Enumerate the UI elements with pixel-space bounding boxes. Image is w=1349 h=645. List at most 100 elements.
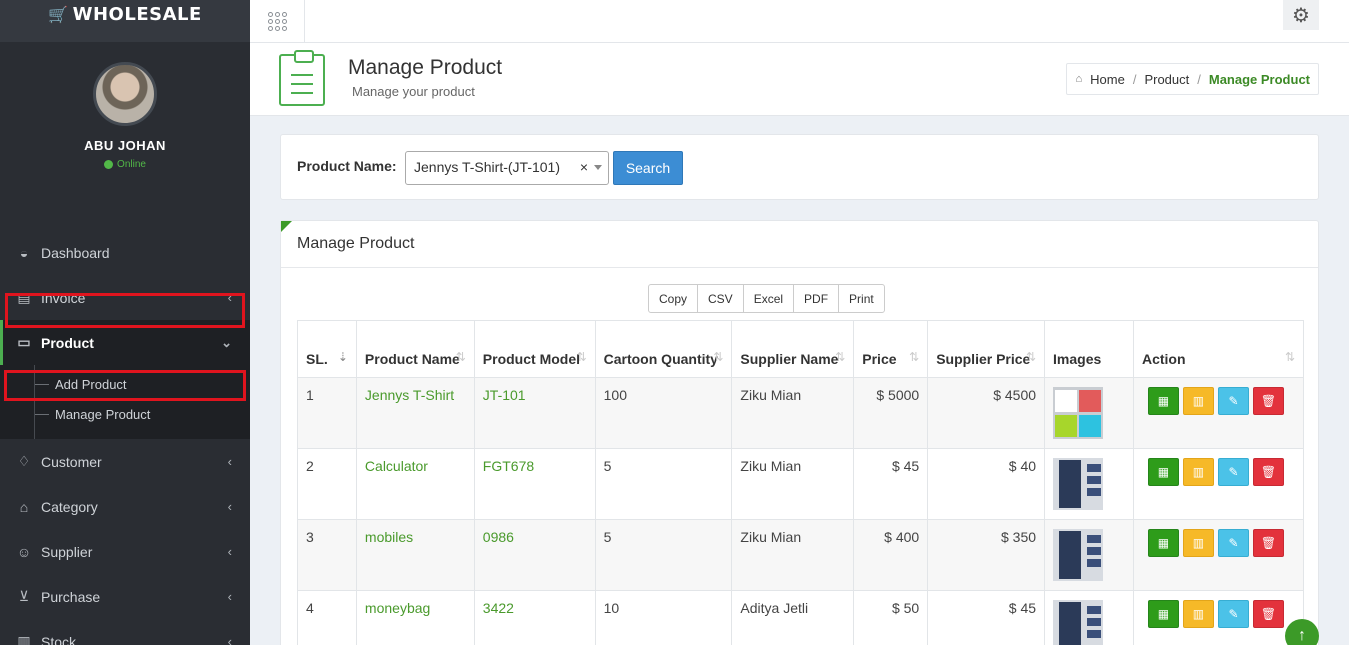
cell-product-model[interactable]: 3422 [473,590,596,645]
barcode-icon: ▥ [1192,465,1205,479]
column-header-sl[interactable]: SL. ⇣ [297,320,357,378]
delete-button[interactable]: 🗑 [1252,387,1284,415]
excel-button[interactable]: Excel [744,285,795,312]
cell-product-name[interactable]: Jennys T-Shirt [355,377,475,449]
product-thumbnail[interactable] [1053,458,1104,510]
table-row: 1 Jennys T-Shirt JT-101 100 Ziku Mian $ … [297,377,1305,449]
breadcrumb-product[interactable]: Product [1144,72,1189,87]
column-header-action[interactable]: Action ⇅ [1132,320,1305,378]
sort-icon: ⇅ [1025,350,1037,364]
submenu-item-manage-product[interactable]: Manage Product [0,399,250,429]
product-thumbnail[interactable] [1053,529,1104,581]
sidebar-item-customer[interactable]: ♢ Customer ‹ [0,439,250,484]
panel-divider [281,267,1318,268]
sidebar-item-supplier[interactable]: ☺ Supplier ‹ [0,529,250,574]
cell-image [1044,377,1134,449]
settings-button[interactable]: ⚙ [1283,0,1319,30]
print-button[interactable]: Print [839,285,884,312]
cell-sl: 4 [297,590,357,645]
edit-button[interactable]: ✎ [1217,458,1249,486]
barcode-button[interactable]: ▥ [1182,600,1214,628]
view-button[interactable]: ▦ [1147,600,1179,628]
column-header-price[interactable]: Price ⇅ [853,320,929,378]
cell-cartoon-quantity: 10 [594,590,733,645]
product-submenu: Add Product Manage Product [0,365,250,439]
barcode-button[interactable]: ▥ [1182,529,1214,557]
dropdown-caret-icon [594,165,602,170]
sidebar-item-category[interactable]: ⌂ Category ‹ [0,484,250,529]
sidebar-item-purchase[interactable]: ⊻ Purchase ‹ [0,574,250,619]
column-header-supplier-name[interactable]: Supplier Name ⇅ [731,320,855,378]
cell-actions: ▦ ▥ ✎ 🗑 [1132,377,1305,449]
submenu-item-add-product[interactable]: Add Product [0,369,250,399]
delete-button[interactable]: 🗑 [1252,600,1284,628]
sidebar-item-stock[interactable]: ▥ Stock ‹ [0,619,250,645]
sidebar-item-dashboard[interactable]: ◒ Dashboard [0,230,250,275]
sort-icon: ⇅ [1284,350,1295,364]
sidebar-item-invoice[interactable]: ▤ Invoice ‹ [0,275,250,320]
trash-icon: 🗑 [1260,607,1277,621]
online-dot-icon [104,160,114,169]
product-name-label: Product Name: [297,158,397,174]
app-grid-button[interactable] [250,0,305,42]
product-thumbnail[interactable] [1053,387,1104,439]
cell-image [1044,448,1134,520]
column-header-cartoon-quantity[interactable]: Cartoon Quantity ⇅ [594,320,733,378]
edit-button[interactable]: ✎ [1217,387,1249,415]
qrcode-icon: ▦ [1157,607,1170,621]
qrcode-icon: ▦ [1157,394,1170,408]
column-header-product-name[interactable]: Product Name ⇅ [355,320,475,378]
column-header-label: SL. [306,351,328,367]
barcode-button[interactable]: ▥ [1182,458,1214,486]
clear-selection-icon[interactable]: × [580,159,588,175]
chevron-left-icon: ‹ [227,454,232,469]
cell-image [1044,590,1134,645]
barcode-button[interactable]: ▥ [1182,387,1214,415]
pdf-button[interactable]: PDF [794,285,840,312]
export-buttons: Copy CSV Excel PDF Print [648,284,885,313]
sidebar-item-label: Category [41,498,98,515]
view-button[interactable]: ▦ [1147,529,1179,557]
cell-actions: ▦ ▥ ✎ 🗑 [1132,448,1305,520]
category-icon: ⌂ [19,498,29,515]
invoice-icon: ▤ [17,289,31,305]
column-header-label: Cartoon Quantity [603,351,718,367]
sidebar-menu: ◒ Dashboard ▤ Invoice ‹ ▭ Product ⌄ Add … [0,230,250,645]
sidebar-item-label: Stock [41,633,77,645]
cell-price: $ 45 [853,448,929,520]
user-profile: ABU JOHAN Online [0,42,250,230]
cell-product-model[interactable]: 0986 [473,519,596,591]
cell-product-model[interactable]: FGT678 [473,448,596,520]
sidebar-item-product[interactable]: ▭ Product ⌄ [0,320,250,365]
page-subtitle: Manage your product [352,84,475,99]
cell-sl: 2 [297,448,357,520]
edit-button[interactable]: ✎ [1217,529,1249,557]
cell-product-name[interactable]: mobiles [355,519,475,591]
app-logo[interactable]: 🛒 WHOLESALE [48,4,202,25]
view-button[interactable]: ▦ [1147,458,1179,486]
column-header-supplier-price[interactable]: Supplier Price ⇅ [927,320,1046,378]
sort-icon: ⇅ [713,350,724,364]
cell-product-name[interactable]: Calculator [355,448,475,520]
clipboard-icon [279,50,325,106]
product-thumbnail[interactable] [1053,600,1104,645]
cell-product-model[interactable]: JT-101 [473,377,596,449]
product-name-selected-value: Jennys T-Shirt-(JT-101) [414,159,561,175]
trash-icon: 🗑 [1260,465,1277,479]
breadcrumb-home[interactable]: Home [1090,72,1125,87]
scroll-to-top-button[interactable]: ↑ [1285,619,1319,645]
pencil-icon: ✎ [1228,465,1239,479]
search-button[interactable]: Search [613,151,683,185]
delete-button[interactable]: 🗑 [1252,458,1284,486]
edit-button[interactable]: ✎ [1217,600,1249,628]
column-header-product-model[interactable]: Product Model ⇅ [473,320,596,378]
barcode-icon: ▥ [1192,394,1205,408]
cell-product-name[interactable]: moneybag [355,590,475,645]
chevron-left-icon: ‹ [227,499,232,514]
copy-button[interactable]: Copy [649,285,699,312]
csv-button[interactable]: CSV [698,285,744,312]
sidebar-item-label: Customer [41,453,102,470]
view-button[interactable]: ▦ [1147,387,1179,415]
delete-button[interactable]: 🗑 [1252,529,1284,557]
product-name-select[interactable]: Jennys T-Shirt-(JT-101) × [405,151,609,185]
